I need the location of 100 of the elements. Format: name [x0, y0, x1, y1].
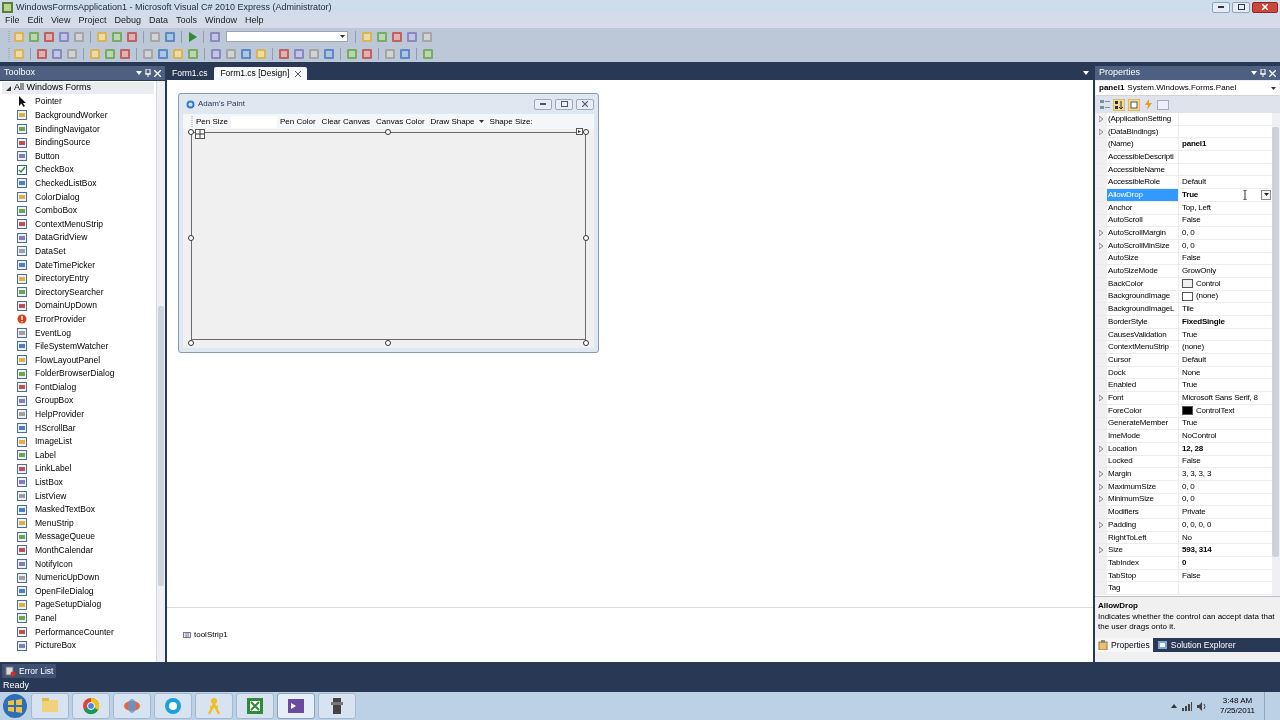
toolbox-item[interactable]: CheckedListBox: [0, 176, 156, 191]
tool-icon[interactable]: [406, 30, 418, 43]
toolbox-item[interactable]: MaskedTextBox: [0, 502, 156, 517]
property-row[interactable]: Enabled True: [1096, 379, 1272, 393]
tool-icon[interactable]: [149, 30, 161, 43]
toolbox-item[interactable]: FontDialog: [0, 380, 156, 395]
scrollbar[interactable]: [1272, 113, 1279, 596]
toolbox-item[interactable]: FlowLayoutPanel: [0, 353, 156, 367]
property-name[interactable]: BackgroundImageL: [1107, 303, 1179, 315]
tool-icon[interactable]: [346, 47, 358, 60]
tool-icon[interactable]: [384, 47, 396, 60]
close-icon[interactable]: [295, 70, 302, 77]
property-name[interactable]: RightToLeft: [1107, 531, 1179, 544]
property-name[interactable]: BorderStyle: [1107, 316, 1179, 328]
properties-icon[interactable]: [1128, 98, 1140, 111]
speaker-icon[interactable]: [1197, 701, 1207, 711]
toolbox-item[interactable]: BackgroundWorker: [0, 108, 156, 123]
maximize-button[interactable]: [555, 98, 573, 110]
tool-icon[interactable]: [376, 30, 388, 43]
document-tab[interactable]: Form1.cs: [169, 67, 211, 80]
categorized-icon[interactable]: [1099, 99, 1110, 110]
property-name[interactable]: Size: [1107, 544, 1179, 557]
tool-icon[interactable]: [89, 47, 101, 60]
toolbox-item[interactable]: ErrorProvider: [0, 312, 156, 327]
property-row[interactable]: Locked False: [1096, 455, 1272, 469]
toolbox-item[interactable]: Pointer: [0, 95, 156, 109]
form-window[interactable]: Adam's Paint Pen Size Pen Color Clear Canvas Canvas Color Draw Shape Shape Size:: [178, 93, 599, 353]
property-name[interactable]: (ApplicationSetting: [1107, 113, 1179, 125]
panel-tab[interactable]: Solution Explorer: [1154, 638, 1239, 652]
configuration-field[interactable]: [226, 31, 348, 42]
tool-icon[interactable]: [255, 47, 267, 60]
toolstrip-button[interactable]: Pen Color: [277, 115, 319, 128]
tool-icon[interactable]: [157, 47, 169, 60]
tool-icon[interactable]: [28, 30, 40, 43]
toolbox-item[interactable]: MenuStrip: [0, 516, 156, 530]
property-name[interactable]: Enabled: [1107, 379, 1179, 392]
property-name[interactable]: Locked: [1107, 455, 1179, 468]
property-name[interactable]: AccessibleName: [1107, 163, 1179, 176]
start-icon[interactable]: [2, 693, 28, 719]
menu-item[interactable]: Tools: [171, 14, 201, 28]
tool-icon[interactable]: [187, 47, 199, 60]
pin-icon[interactable]: [1260, 69, 1266, 77]
toolbox-item[interactable]: DataSet: [0, 244, 156, 259]
property-name[interactable]: Tag: [1107, 582, 1179, 595]
taskbar-button[interactable]: [318, 693, 356, 719]
property-row[interactable]: Modifiers Private: [1096, 506, 1272, 519]
close-button[interactable]: [576, 98, 594, 110]
property-row[interactable]: Cursor Default: [1096, 354, 1272, 367]
toolbox-item[interactable]: ImageList: [0, 434, 156, 449]
toolstrip-dropdown[interactable]: Draw Shape: [427, 115, 487, 128]
property-row[interactable]: MinimumSize 0, 0: [1096, 493, 1272, 507]
property-row[interactable]: (DataBindings): [1096, 125, 1272, 139]
play-icon[interactable]: [187, 30, 198, 43]
clock[interactable]: 3:48 AM 7/25/2011: [1220, 696, 1255, 716]
property-row[interactable]: TabStop False: [1096, 569, 1272, 583]
toolbox-item[interactable]: ListView: [0, 489, 156, 503]
dropdown-icon[interactable]: [1083, 71, 1089, 75]
property-row[interactable]: CausesValidation True: [1096, 328, 1272, 342]
menu-item[interactable]: Debug: [110, 14, 145, 28]
tool-icon[interactable]: [66, 47, 78, 60]
property-name[interactable]: AccessibleRole: [1107, 176, 1179, 189]
property-row[interactable]: BackgroundImageL Tile: [1096, 303, 1272, 316]
toolbox-item[interactable]: ColorDialog: [0, 190, 156, 204]
tool-icon[interactable]: [43, 30, 55, 43]
toolbox-item[interactable]: PerformanceCounter: [0, 625, 156, 639]
toolbox-group-header[interactable]: All Windows Forms: [2, 82, 154, 94]
property-value-field[interactable]: True: [1182, 188, 1199, 201]
toolbox-item[interactable]: OpenFileDialog: [0, 584, 156, 598]
tray-arrow-icon[interactable]: [1171, 704, 1177, 708]
property-name[interactable]: (DataBindings): [1107, 125, 1179, 138]
property-name[interactable]: (Name): [1107, 138, 1179, 151]
property-name[interactable]: Anchor: [1107, 201, 1179, 214]
property-row[interactable]: AllowDrop True: [1096, 189, 1272, 202]
property-row[interactable]: ContextMenuStrip (none): [1096, 341, 1272, 355]
toolbox-item[interactable]: BindingSource: [0, 135, 156, 150]
property-row[interactable]: Size 593, 314: [1096, 544, 1272, 558]
property-row[interactable]: BorderStyle FixedSingle: [1096, 316, 1272, 329]
minimize-button[interactable]: [1212, 1, 1230, 13]
property-row[interactable]: AutoSize False: [1096, 252, 1272, 266]
property-name[interactable]: AutoSizeMode: [1107, 265, 1179, 277]
dropdown-icon[interactable]: [136, 71, 142, 75]
toolbox-item[interactable]: ContextMenuStrip: [0, 217, 156, 231]
tool-icon[interactable]: [209, 30, 221, 43]
menu-item[interactable]: Window: [200, 14, 241, 28]
toolbox-item[interactable]: ComboBox: [0, 203, 156, 218]
property-name[interactable]: AutoScrollMargin: [1107, 227, 1179, 239]
menu-item[interactable]: Project: [74, 14, 111, 28]
dropdown-icon[interactable]: [1251, 71, 1257, 75]
toolbox-item[interactable]: Panel: [0, 611, 156, 626]
menu-item[interactable]: View: [47, 14, 75, 28]
property-name[interactable]: ForeColor: [1107, 404, 1179, 417]
property-row[interactable]: MaximumSize 0, 0: [1096, 480, 1272, 494]
property-name[interactable]: ContextMenuStrip: [1107, 341, 1179, 354]
tool-icon[interactable]: [293, 47, 305, 60]
property-row[interactable]: AutoSizeMode GrowOnly: [1096, 265, 1272, 278]
property-name[interactable]: TabStop: [1107, 569, 1179, 582]
property-name[interactable]: ImeMode: [1107, 430, 1179, 442]
tool-icon[interactable]: [421, 30, 433, 43]
tool-icon[interactable]: [361, 47, 373, 60]
tool-icon[interactable]: [58, 30, 70, 43]
